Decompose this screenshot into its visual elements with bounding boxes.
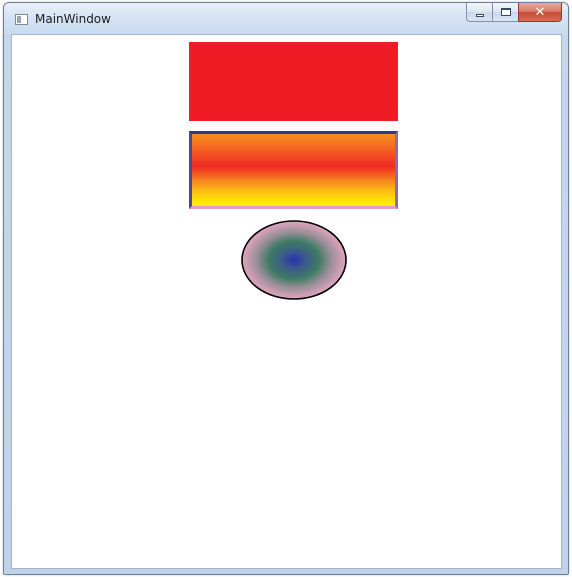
window-title: MainWindow xyxy=(35,12,111,26)
close-icon: ✕ xyxy=(534,4,546,20)
gradient-rectangle xyxy=(189,131,398,209)
minimize-icon xyxy=(475,13,484,17)
main-window: MainWindow ✕ xyxy=(3,2,569,575)
maximize-button[interactable] xyxy=(492,3,518,22)
client-area xyxy=(11,34,562,569)
red-rectangle xyxy=(189,42,398,121)
close-button[interactable]: ✕ xyxy=(518,3,562,22)
caption-buttons: ✕ xyxy=(466,3,562,23)
minimize-button[interactable] xyxy=(466,3,492,22)
ellipse-shape xyxy=(241,220,347,300)
app-icon[interactable] xyxy=(15,14,28,25)
maximize-icon xyxy=(500,8,511,16)
radial-gradient-ellipse xyxy=(241,220,347,300)
title-bar[interactable]: MainWindow ✕ xyxy=(4,3,568,35)
